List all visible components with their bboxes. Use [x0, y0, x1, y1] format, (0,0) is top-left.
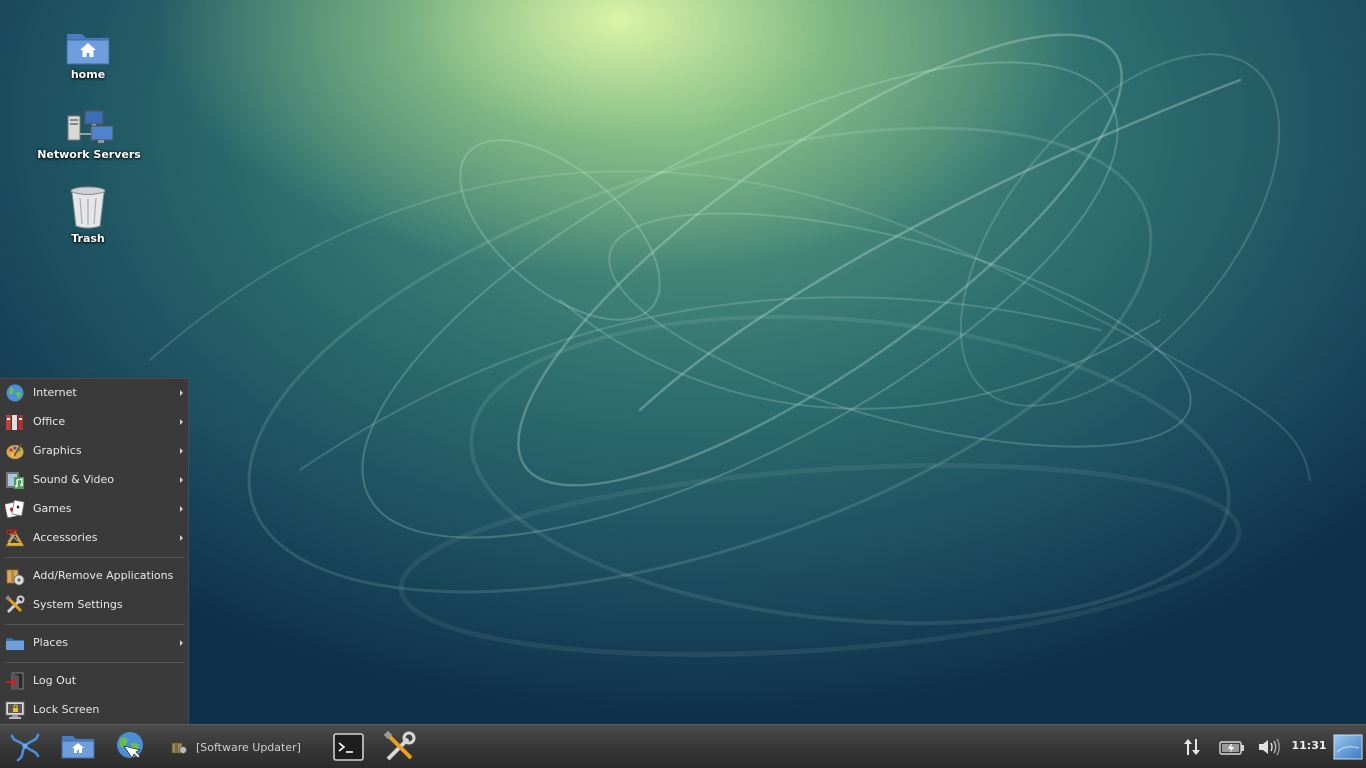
submenu-arrow-icon	[180, 390, 183, 396]
menu-item-label: Graphics	[33, 444, 82, 457]
folder-icon	[6, 638, 24, 650]
menu-item-games[interactable]: Games	[0, 496, 188, 522]
desktop-icon-trash[interactable]: Trash	[33, 186, 143, 245]
terminal-icon	[333, 733, 364, 761]
menu-item-label: Accessories	[33, 531, 98, 544]
menu-item-accessories[interactable]: Accessories	[0, 525, 188, 551]
task-label: [Software Updater]	[196, 741, 301, 754]
package-icon	[6, 569, 25, 586]
settings-tools-icon	[383, 730, 416, 761]
menu-separator	[5, 557, 184, 558]
submenu-arrow-icon	[180, 477, 183, 483]
desktop-wallpaper: home Network Servers Trash	[0, 0, 1366, 724]
media-icon	[6, 472, 24, 489]
menu-item-sound-video[interactable]: Sound & Video	[0, 467, 188, 493]
taskbar: [Software Updater] 11:31	[0, 724, 1366, 768]
menu-item-places[interactable]: Places	[0, 630, 188, 656]
home-folder-launcher[interactable]	[61, 732, 95, 764]
settings-launcher[interactable]	[383, 730, 416, 767]
submenu-arrow-icon	[180, 419, 183, 425]
submenu-arrow-icon	[180, 448, 183, 454]
home-folder-icon	[61, 736, 95, 759]
globe-icon	[6, 384, 24, 402]
cards-icon	[5, 499, 25, 519]
graphics-icon	[6, 442, 24, 459]
menu-item-label: Games	[33, 502, 72, 515]
network-icon	[1184, 739, 1200, 755]
menu-item-label: Log Out	[33, 674, 77, 687]
network-tray-button[interactable]	[1182, 738, 1202, 760]
task-software-updater[interactable]: [Software Updater]	[165, 729, 315, 763]
web-browser-icon	[117, 732, 143, 759]
show-desktop-icon	[1333, 734, 1363, 760]
volume-icon	[1259, 738, 1280, 756]
show-desktop-button[interactable]	[1333, 734, 1363, 764]
desktop-icon-label: Network Servers	[37, 148, 141, 161]
lock-screen-icon	[5, 701, 25, 719]
menu-item-graphics[interactable]: Graphics	[0, 438, 188, 464]
web-browser-launcher[interactable]	[114, 730, 146, 766]
battery-tray-button[interactable]	[1219, 740, 1245, 759]
logout-icon	[6, 672, 24, 690]
menu-item-label: Places	[33, 636, 68, 649]
menu-item-label: Lock Screen	[33, 703, 100, 716]
menu-item-label: Sound & Video	[33, 473, 115, 486]
app-menu-button[interactable]	[8, 730, 42, 766]
desktop-icon-network-servers[interactable]: Network Servers	[34, 108, 144, 161]
menu-item-internet[interactable]: Internet	[0, 380, 188, 406]
menu-item-label: Internet	[33, 386, 77, 399]
office-icon	[6, 415, 23, 430]
home-folder-icon	[66, 34, 110, 65]
start-menu: Internet Office Graphics Sound & Video G…	[0, 378, 189, 724]
menu-separator	[5, 624, 184, 625]
menu-item-log-out[interactable]: Log Out	[0, 668, 188, 694]
submenu-arrow-icon	[180, 506, 183, 512]
menu-item-lock-screen[interactable]: Lock Screen	[0, 697, 188, 723]
trash-icon	[70, 186, 106, 229]
submenu-arrow-icon	[180, 640, 183, 646]
menu-item-label: System Settings	[33, 598, 123, 611]
network-servers-icon	[67, 110, 113, 143]
accessories-icon	[5, 529, 25, 547]
wallpaper-swirls	[149, 33, 1311, 657]
battery-icon	[1219, 741, 1244, 755]
submenu-arrow-icon	[180, 535, 183, 541]
desktop-icon-label: Trash	[71, 232, 105, 245]
terminal-launcher[interactable]	[333, 733, 364, 765]
menu-item-label: Office	[33, 415, 66, 428]
desktop-icon-label: home	[70, 68, 106, 81]
menu-item-office[interactable]: Office	[0, 409, 188, 435]
tools-icon	[5, 595, 25, 614]
desktop-icon-home[interactable]: home	[33, 28, 143, 81]
clock[interactable]: 11:31	[1288, 739, 1330, 752]
app-menu-logo-icon	[10, 733, 40, 762]
menu-item-system-settings[interactable]: System Settings	[0, 592, 188, 618]
menu-item-label: Add/Remove Applications	[33, 569, 174, 582]
volume-tray-button[interactable]	[1258, 738, 1280, 760]
menu-separator	[5, 662, 184, 663]
menu-item-add-remove-applications[interactable]: Add/Remove Applications	[0, 563, 188, 589]
software-updater-icon	[171, 742, 187, 754]
